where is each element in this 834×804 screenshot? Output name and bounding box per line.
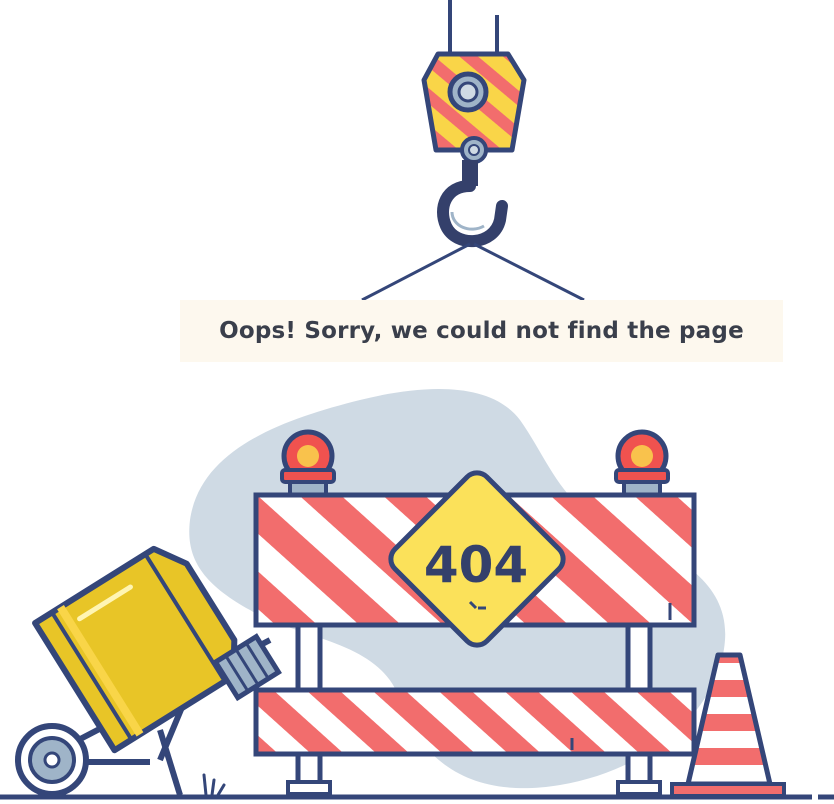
error-message: Oops! Sorry, we could not find the page [219,318,744,344]
crane-hook-icon [361,0,585,302]
error-message-box: Oops! Sorry, we could not find the page [180,300,783,362]
warning-lamp-icon [614,429,670,498]
grass [202,773,226,797]
construction-illustration: 404 [0,0,834,800]
error-code: 404 [424,536,528,594]
warning-lamp-icon [280,429,336,498]
